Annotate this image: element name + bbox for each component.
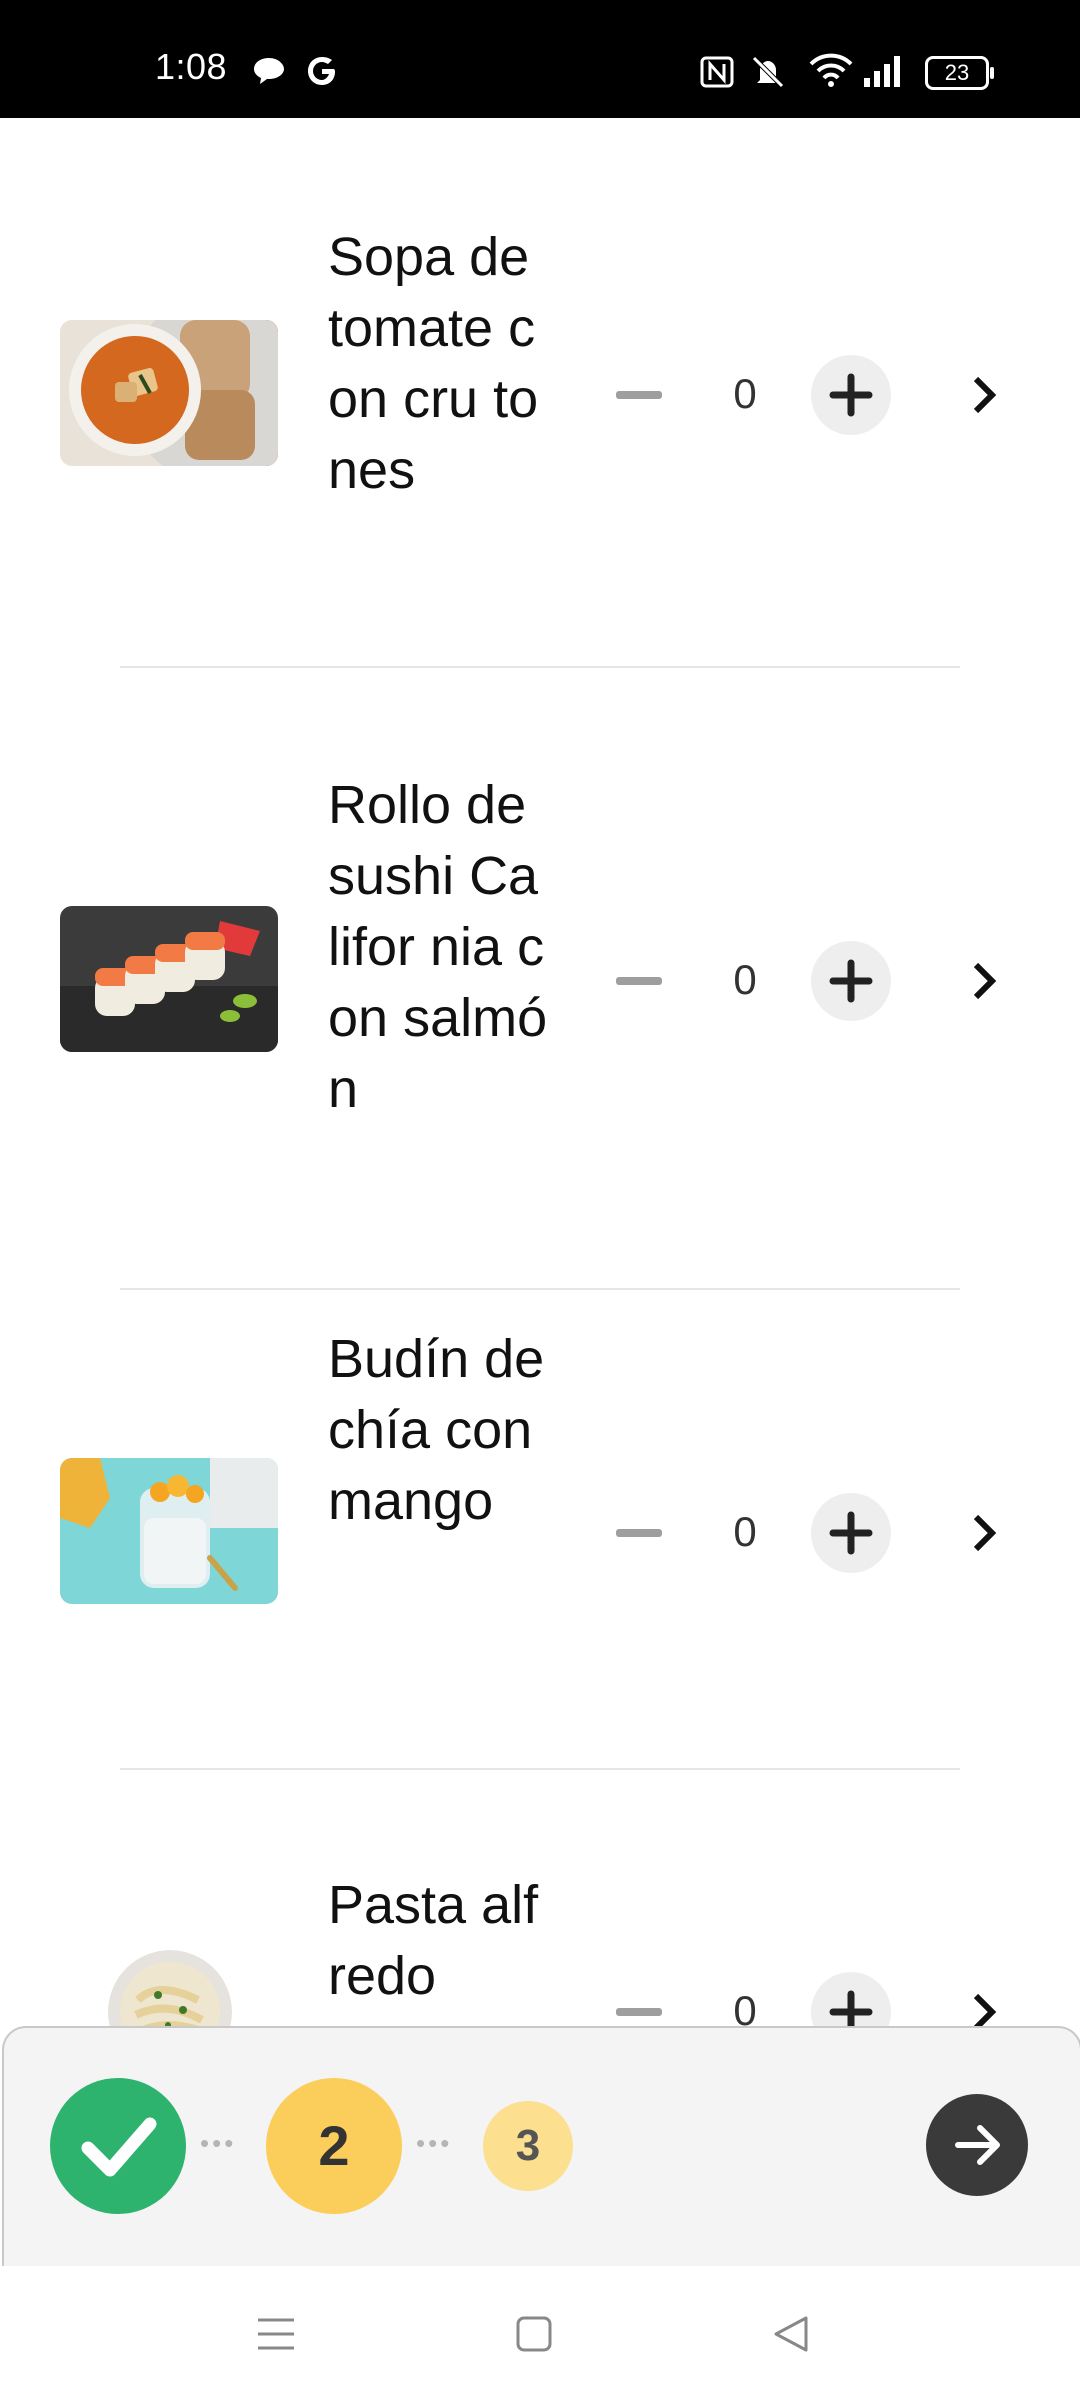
menu-icon[interactable]	[256, 2316, 296, 2352]
quantity-value: 0	[733, 1508, 757, 1555]
chevron-right-icon[interactable]	[968, 1513, 998, 1553]
increase-button[interactable]	[811, 941, 891, 1021]
home-icon[interactable]	[515, 2315, 553, 2353]
step-connector: •••	[200, 2128, 237, 2158]
food-name[interactable]: Pasta alfredo	[328, 1870, 548, 2012]
arrow-right-icon	[955, 2125, 1000, 2165]
decrease-button[interactable]	[616, 2008, 662, 2016]
quantity-value: 0	[733, 370, 757, 417]
chat-bubble-icon	[254, 58, 284, 84]
signal-icon	[864, 56, 900, 87]
chia-mango-pudding-image	[60, 1458, 278, 1604]
back-icon[interactable]	[772, 2314, 810, 2354]
increase-button[interactable]	[811, 1972, 891, 2026]
chevron-right-icon[interactable]	[968, 375, 998, 415]
next-button[interactable]	[926, 2094, 1028, 2196]
list-item[interactable]: Budín de chía con mango 0	[0, 1290, 1080, 1768]
status-time: 1:08	[155, 46, 228, 87]
list-item[interactable]: Pasta alfredo 0	[0, 1770, 1080, 2026]
quantity-value: 0	[733, 956, 757, 1003]
food-name[interactable]: Sopa de tomate con cru tones	[328, 222, 548, 506]
status-bar: 1:08 23	[0, 0, 1080, 118]
list-item[interactable]: Sopa de tomate con cru tones 0	[0, 118, 1080, 668]
pasta-alfredo-image	[108, 1950, 232, 2026]
decrease-button[interactable]	[616, 391, 662, 399]
nfc-icon	[700, 56, 734, 88]
increase-button[interactable]	[811, 355, 891, 435]
plus-icon	[829, 959, 873, 1003]
google-icon	[308, 57, 335, 85]
chevron-right-icon[interactable]	[968, 1992, 998, 2026]
chevron-right-icon[interactable]	[968, 961, 998, 1001]
step-2-label: 2	[318, 2114, 350, 2177]
food-name[interactable]: Budín de chía con mango	[328, 1324, 548, 1537]
plus-icon	[829, 1511, 873, 1555]
step-3-upcoming[interactable]: 3	[483, 2101, 573, 2191]
food-name[interactable]: Rollo de sushi Califor nia con salmón	[328, 770, 548, 1125]
quantity-value: 0	[733, 1987, 757, 2026]
plus-icon	[829, 373, 873, 417]
wifi-icon	[809, 53, 853, 87]
mute-icon	[752, 56, 784, 88]
step-connector: •••	[416, 2128, 453, 2158]
decrease-button[interactable]	[616, 1529, 662, 1537]
battery-icon: 23	[925, 56, 994, 90]
navigation-bar	[0, 2266, 1080, 2400]
checkmark-icon	[81, 2117, 157, 2177]
salmon-sushi-image	[60, 906, 278, 1052]
plus-icon	[829, 1990, 873, 2026]
list-item[interactable]: Rollo de sushi Califor nia con salmón 0	[0, 668, 1080, 1288]
increase-button[interactable]	[811, 1493, 891, 1573]
decrease-button[interactable]	[616, 977, 662, 985]
step-3-label: 3	[515, 2121, 541, 2170]
step-2-current[interactable]: 2	[266, 2078, 402, 2214]
tomato-soup-image	[60, 320, 278, 466]
battery-level: 23	[944, 60, 970, 85]
step-1-completed[interactable]	[50, 2078, 186, 2214]
